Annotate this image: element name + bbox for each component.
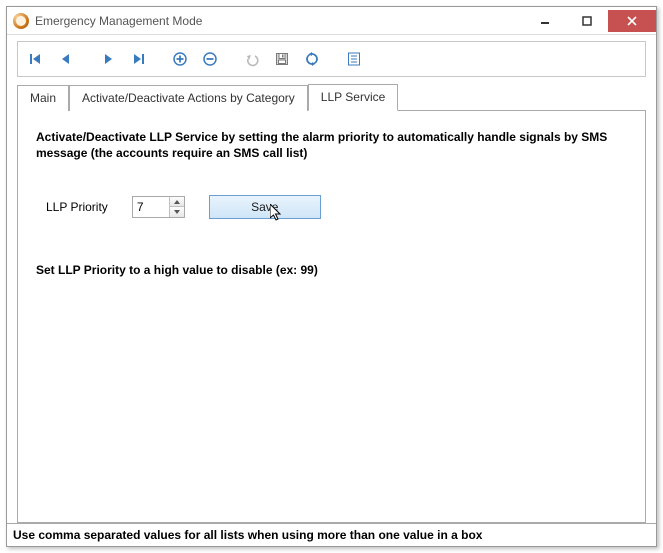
first-record-icon[interactable]: [22, 45, 50, 73]
close-button[interactable]: [608, 10, 656, 32]
toolbar-container: [7, 35, 656, 83]
tab-llp-service[interactable]: LLP Service: [308, 84, 398, 111]
window: Emergency Management Mode: [6, 6, 657, 547]
app-icon: [13, 13, 29, 29]
list-icon[interactable]: [340, 45, 368, 73]
tab-main[interactable]: Main: [17, 85, 69, 111]
window-title: Emergency Management Mode: [35, 14, 202, 28]
previous-record-icon[interactable]: [52, 45, 80, 73]
save-button-label: Save: [251, 200, 278, 214]
spinner-up-icon[interactable]: [170, 197, 184, 207]
toolbar: [17, 41, 646, 77]
remove-icon[interactable]: [196, 45, 224, 73]
instructions-text: Activate/Deactivate LLP Service by setti…: [36, 129, 627, 161]
spinner-down-icon[interactable]: [170, 207, 184, 217]
minimize-button[interactable]: [524, 10, 566, 32]
window-controls: [524, 10, 656, 32]
priority-input[interactable]: [133, 197, 169, 217]
tab-area: Main Activate/Deactivate Actions by Cate…: [7, 83, 656, 523]
priority-row: LLP Priority Save: [36, 195, 627, 219]
save-icon[interactable]: [268, 45, 296, 73]
maximize-button[interactable]: [566, 10, 608, 32]
last-record-icon[interactable]: [124, 45, 152, 73]
tab-actions-by-category[interactable]: Activate/Deactivate Actions by Category: [69, 85, 308, 111]
priority-label: LLP Priority: [46, 200, 108, 214]
add-icon[interactable]: [166, 45, 194, 73]
priority-spinner[interactable]: [132, 196, 185, 218]
spinner-buttons: [169, 197, 184, 217]
save-button[interactable]: Save: [209, 195, 321, 219]
tabstrip: Main Activate/Deactivate Actions by Cate…: [17, 83, 646, 110]
titlebar: Emergency Management Mode: [7, 7, 656, 35]
hint-text: Set LLP Priority to a high value to disa…: [36, 263, 627, 277]
refresh-icon[interactable]: [298, 45, 326, 73]
undo-icon[interactable]: [238, 45, 266, 73]
tab-content: Activate/Deactivate LLP Service by setti…: [17, 110, 646, 523]
next-record-icon[interactable]: [94, 45, 122, 73]
statusbar: Use comma separated values for all lists…: [7, 523, 656, 546]
